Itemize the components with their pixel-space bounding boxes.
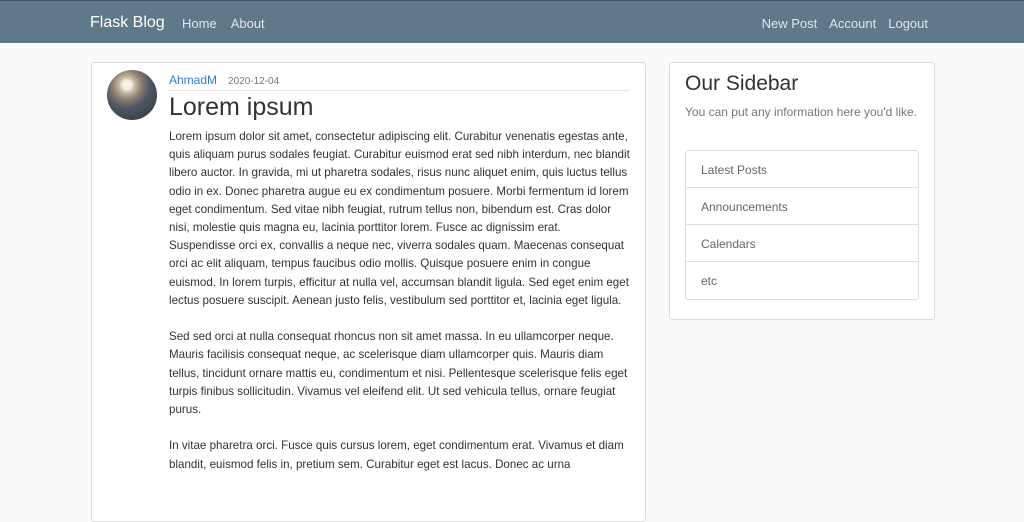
sidebar-item-announcements[interactable]: Announcements (686, 188, 918, 225)
post-paragraph-3: In vitae pharetra orci. Fusce quis cursu… (169, 439, 624, 471)
nav-new-post-link[interactable]: New Post (762, 16, 818, 31)
post-content: Lorem ipsum dolor sit amet, consectetur … (169, 128, 630, 492)
brand-link[interactable]: Flask Blog (90, 14, 165, 32)
post-paragraph-2: Sed sed orci at nulla consequat rhoncus … (169, 330, 628, 417)
user-avatar-icon[interactable] (107, 70, 157, 120)
sidebar-item-latest-posts[interactable]: Latest Posts (686, 151, 918, 188)
sidebar-description: You can put any information here you'd l… (685, 105, 917, 119)
post-meta: AhmadM 2020-12-04 (169, 73, 630, 91)
blog-post-card: AhmadM 2020-12-04 Lorem ipsum Lorem ipsu… (91, 62, 646, 522)
nav-home-link[interactable]: Home (182, 16, 217, 31)
sidebar-item-etc[interactable]: etc (686, 262, 918, 299)
primary-nav: Home About (182, 16, 265, 31)
sidebar-title: Our Sidebar (685, 72, 799, 95)
nav-account-link[interactable]: Account (829, 16, 876, 31)
sidebar-item-calendars[interactable]: Calendars (686, 225, 918, 262)
post-paragraph-1: Lorem ipsum dolor sit amet, consectetur … (169, 130, 630, 307)
nav-about-link[interactable]: About (231, 16, 265, 31)
nav-logout-link[interactable]: Logout (888, 16, 928, 31)
sidebar-list: Latest Posts Announcements Calendars etc (685, 150, 919, 300)
top-navbar: Flask Blog Home About New Post Account L… (0, 0, 1024, 43)
sidebar-card: Our Sidebar You can put any information … (669, 62, 935, 320)
account-nav: New Post Account Logout (762, 16, 928, 31)
post-date: 2020-12-04 (228, 76, 280, 87)
post-title: Lorem ipsum (169, 93, 314, 121)
post-author-link[interactable]: AhmadM (169, 73, 217, 87)
